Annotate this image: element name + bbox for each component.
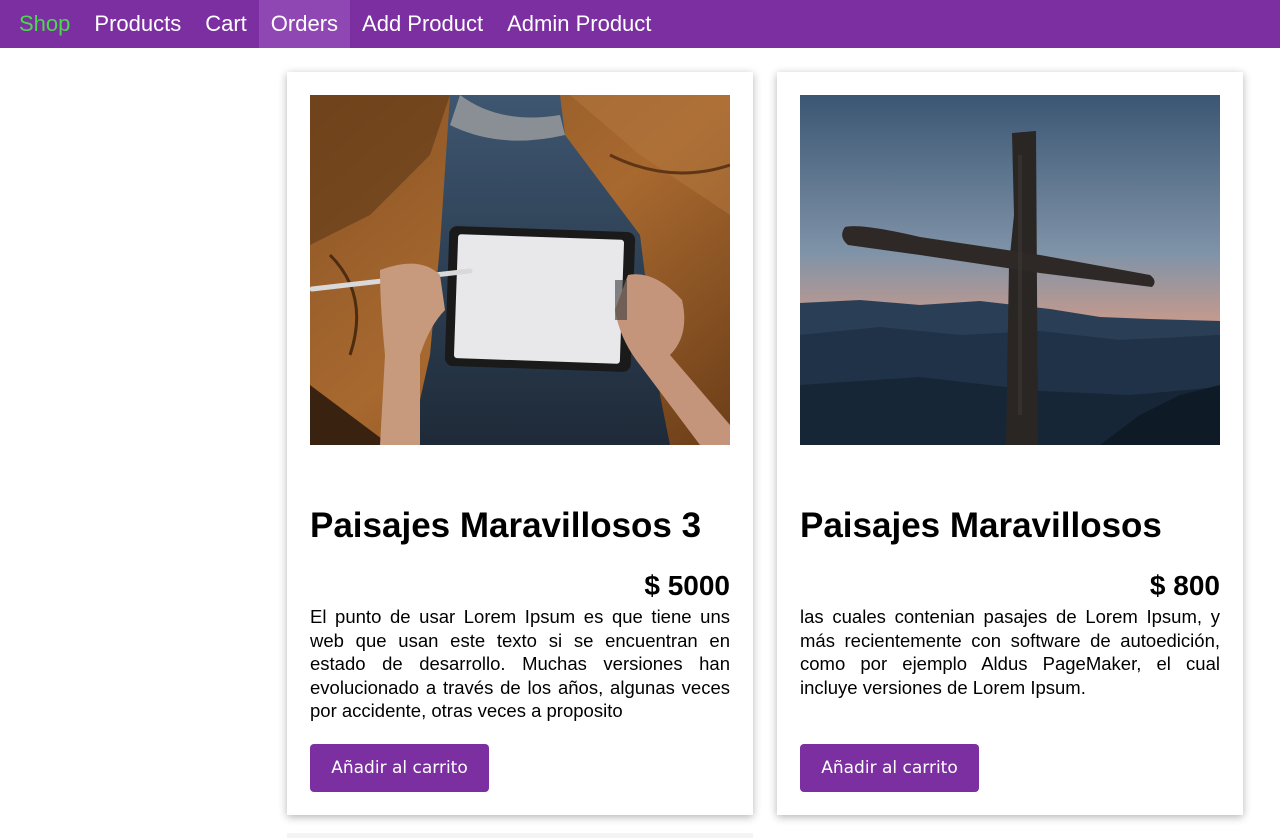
product-title: Paisajes Maravillosos [800,506,1162,545]
nav-brand-shop[interactable]: Shop [7,0,82,48]
next-card-edge [287,833,753,838]
person-with-tablet-photo [310,95,730,445]
wooden-cross-sunset-photo [800,95,1220,445]
product-description: las cuales contenian pasajes de Lorem Ip… [800,606,1220,698]
product-title: Paisajes Maravillosos 3 [310,506,702,545]
nav-item-products[interactable]: Products [82,0,193,48]
add-to-cart-button[interactable]: Añadir al carrito [800,744,979,792]
nav-item-add-product[interactable]: Add Product [350,0,495,48]
product-price: $ 800 [1149,570,1220,601]
nav-item-admin-product[interactable]: Admin Product [495,0,663,48]
product-price: $ 5000 [644,570,730,601]
add-to-cart-button[interactable]: Añadir al carrito [310,744,489,792]
nav-item-orders[interactable]: Orders [258,0,351,48]
top-navbar: Shop Products Cart Orders Add Product Ad… [0,0,1280,48]
nav-item-cart[interactable]: Cart [193,0,259,48]
product-description: El punto de usar Lorem Ipsum es que tien… [310,606,730,721]
product-card: Paisajes Maravillosos 3 $ 5000 El punto … [287,72,753,815]
product-card: Paisajes Maravillosos $ 800 las cuales c… [777,72,1243,815]
